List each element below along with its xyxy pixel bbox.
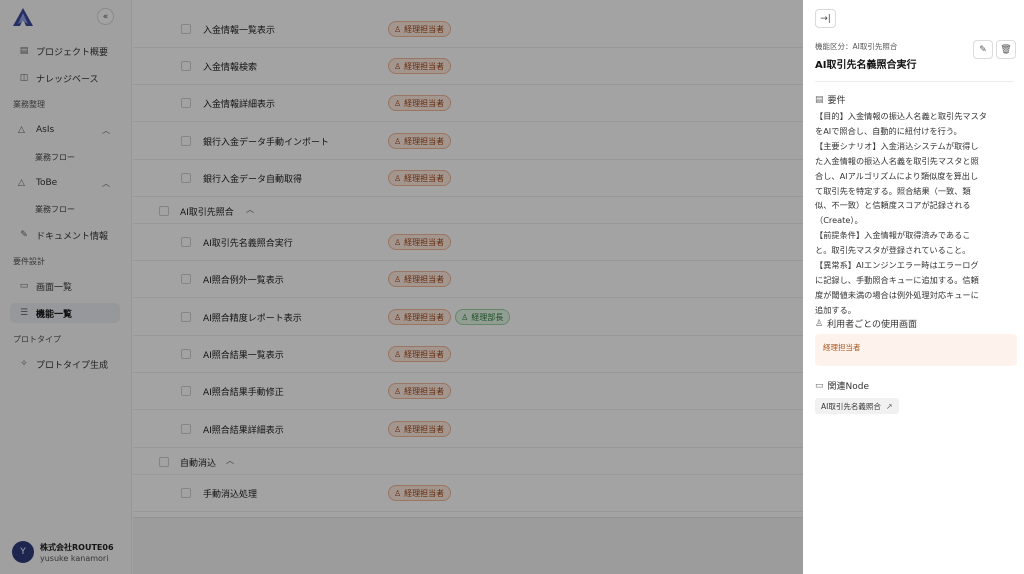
requirement-line: 似、不一致）と信頼度スコアが記録される — [815, 200, 971, 211]
requirement-line: をAIで照合し、自動的に紐付けを行う。 — [815, 125, 962, 136]
document-icon: ▤ — [815, 94, 824, 105]
requirement-line: と。取引先マスタが登録されていること。 — [815, 245, 971, 256]
user-role[interactable]: 経理担当者 — [823, 342, 861, 353]
user-screen-box: 経理担当者 — [815, 334, 1017, 366]
section-title: 利用者ごとの使用画面 — [827, 320, 917, 330]
node-icon: ▭ — [815, 380, 824, 391]
users-heading: ♙ 利用者ごとの使用画面 — [815, 317, 917, 331]
requirement-line: 度が閾値未満の場合は例外処理対応キューに — [815, 289, 979, 300]
node-label: AI取引先名義照合 — [821, 401, 881, 411]
requirement-line: に記録し、手動照合キューに追加する。信頼 — [815, 274, 979, 285]
divider — [815, 81, 1014, 82]
requirement-line: 【主要シナリオ】入金消込システムが取得し — [815, 140, 979, 151]
requirement-line: 【前提条件】入金情報が取得済みであるこ — [815, 230, 971, 241]
function-category: 機能区分：AI取引先照合 — [815, 42, 898, 51]
requirement-line: 追加する。 — [815, 304, 856, 315]
collapse-right-icon: →| — [820, 13, 831, 24]
section-title: 要件 — [827, 96, 846, 106]
requirement-line: て取引先を特定する。照合結果（一致、類 — [815, 185, 971, 196]
requirement-line: 合し、AIアルゴリズムにより類似度を算出し — [815, 170, 979, 181]
requirements-text: 【目的】入金情報の振込人名義と取引先マスタ をAIで照合し、自動的に紐付けを行う… — [815, 109, 1017, 318]
requirements-heading: ▤ 要件 — [815, 93, 846, 107]
related-node-heading: ▭ 関連Node — [815, 379, 870, 393]
modal-backdrop[interactable] — [0, 0, 803, 574]
requirement-line: （Create）。 — [815, 215, 863, 226]
close-panel-button[interactable]: →| — [815, 9, 836, 28]
delete-button[interactable]: 🗑 — [996, 40, 1016, 59]
function-detail-panel: →| 機能区分：AI取引先照合 AI取引先名義照合実行 ✎ 🗑 ▤ 要件 【目的… — [803, 0, 1024, 574]
person-icon: ♙ — [815, 318, 824, 329]
trash-icon: 🗑 — [1000, 44, 1012, 55]
edit-button[interactable]: ✎ — [973, 40, 993, 59]
requirement-line: 【異常系】AIエンジンエラー時はエラーログ — [815, 260, 979, 271]
section-title: 関連Node — [827, 382, 870, 392]
requirement-line: 【目的】入金情報の振込人名義と取引先マスタ — [815, 111, 987, 121]
function-title: AI取引先名義照合実行 — [815, 60, 917, 71]
pencil-icon: ✎ — [979, 44, 987, 55]
related-node-chip[interactable]: AI取引先名義照合 ↗ — [815, 398, 899, 414]
requirement-line: た入金情報の振込人名義を取引先マスタと照 — [815, 155, 979, 166]
external-link-icon: ↗ — [885, 401, 893, 411]
